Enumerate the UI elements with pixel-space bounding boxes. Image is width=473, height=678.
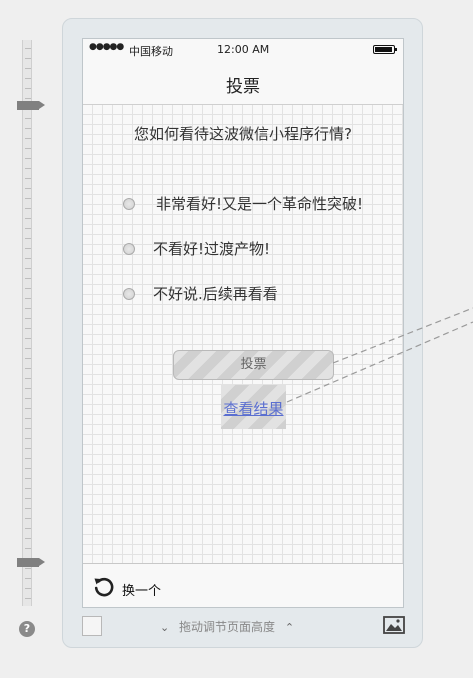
option-label: 不好说.后续再看看 bbox=[153, 285, 278, 303]
drag-hint[interactable]: ⌄ 拖动调节页面高度 ⌃ bbox=[160, 618, 330, 636]
image-icon[interactable] bbox=[383, 616, 405, 634]
ruler-tick bbox=[25, 168, 31, 169]
ruler-tick bbox=[25, 248, 31, 249]
ruler-tick bbox=[25, 68, 31, 69]
ruler-tick bbox=[25, 468, 31, 469]
ruler-top-handle[interactable] bbox=[17, 101, 45, 110]
ruler-tick bbox=[25, 408, 31, 409]
ruler-tick bbox=[25, 58, 31, 59]
ruler-tick bbox=[25, 258, 31, 259]
ruler-tick bbox=[25, 138, 31, 139]
ruler-tick bbox=[25, 148, 31, 149]
ruler-tick bbox=[25, 568, 31, 569]
ruler-tick bbox=[25, 448, 31, 449]
ruler-tick bbox=[25, 588, 31, 589]
ruler-tick bbox=[25, 128, 31, 129]
navigation-bar: 投票 bbox=[83, 61, 403, 105]
poll-question: 您如何看待这波微信小程序行情? bbox=[134, 125, 352, 143]
ruler-tick bbox=[25, 388, 31, 389]
toggle-checkbox[interactable] bbox=[82, 616, 102, 636]
ruler-tick bbox=[25, 378, 31, 379]
chevron-down-icon[interactable]: ⌄ bbox=[160, 621, 169, 634]
ruler-tick bbox=[25, 578, 31, 579]
ruler-tick bbox=[25, 328, 31, 329]
ruler-tick bbox=[25, 548, 31, 549]
ruler-tick bbox=[25, 358, 31, 359]
ruler-bottom-handle[interactable] bbox=[17, 558, 45, 567]
radio-button[interactable] bbox=[123, 243, 135, 255]
option-label: 非常看好!又是一个革命性突破! bbox=[156, 195, 364, 213]
ruler-tick bbox=[25, 418, 31, 419]
ruler-tick bbox=[25, 288, 31, 289]
ruler-tick bbox=[25, 538, 31, 539]
ruler-tick bbox=[25, 278, 31, 279]
view-results-link[interactable]: 查看结果 bbox=[221, 398, 286, 419]
ruler-tick bbox=[25, 398, 31, 399]
ruler-tick bbox=[25, 238, 31, 239]
ruler-tick bbox=[25, 98, 31, 99]
status-time: 12:00 AM bbox=[217, 43, 270, 56]
phone-screen: ●●●●● 中国移动 12:00 AM 投票 您如何看待这波微信小程序行情? 非… bbox=[82, 38, 404, 608]
height-ruler[interactable] bbox=[17, 40, 45, 606]
ruler-tick bbox=[25, 438, 31, 439]
ruler-tick bbox=[25, 428, 31, 429]
ruler-tick bbox=[25, 228, 31, 229]
ruler-tick bbox=[25, 88, 31, 89]
ruler-tick bbox=[25, 498, 31, 499]
radio-button[interactable] bbox=[123, 288, 135, 300]
ruler-tick bbox=[25, 198, 31, 199]
ruler-tick bbox=[25, 368, 31, 369]
carrier-name: 中国移动 bbox=[129, 45, 173, 58]
drag-hint-label: 拖动调节页面高度 bbox=[179, 620, 276, 634]
ruler-tick bbox=[25, 338, 31, 339]
bottom-tab-bar: 换一个 bbox=[83, 563, 403, 607]
ruler-tick bbox=[25, 218, 31, 219]
signal-strength: ●●●●● bbox=[89, 42, 124, 52]
ruler-tick bbox=[25, 188, 31, 189]
ruler-tick bbox=[25, 508, 31, 509]
ruler-tick bbox=[25, 518, 31, 519]
ruler-tick bbox=[25, 348, 31, 349]
ruler-tick bbox=[25, 528, 31, 529]
ruler-tick bbox=[25, 458, 31, 459]
ruler-tick bbox=[25, 118, 31, 119]
ruler-tick bbox=[25, 488, 31, 489]
refresh-icon[interactable] bbox=[92, 575, 116, 599]
ruler-tick bbox=[25, 598, 31, 599]
ruler-tick bbox=[25, 298, 31, 299]
ruler-tick bbox=[25, 158, 31, 159]
ruler-tick bbox=[25, 208, 31, 209]
ruler-tick bbox=[25, 478, 31, 479]
ruler-tick bbox=[25, 308, 31, 309]
ruler-tick bbox=[25, 48, 31, 49]
battery-icon bbox=[373, 45, 397, 54]
help-icon[interactable]: ? bbox=[19, 621, 35, 637]
switch-tab-label[interactable]: 换一个 bbox=[122, 580, 161, 599]
status-bar: ●●●●● 中国移动 12:00 AM bbox=[83, 39, 403, 61]
ruler-tick bbox=[25, 178, 31, 179]
page-title: 投票 bbox=[226, 77, 260, 97]
ruler-tick bbox=[25, 318, 31, 319]
ruler-tick bbox=[25, 78, 31, 79]
ruler-tick bbox=[25, 268, 31, 269]
vote-button[interactable]: 投票 bbox=[173, 350, 334, 380]
option-label: 不看好!过渡产物! bbox=[153, 240, 271, 258]
chevron-up-icon[interactable]: ⌃ bbox=[285, 621, 294, 634]
radio-button[interactable] bbox=[123, 198, 135, 210]
layout-grid bbox=[83, 105, 403, 563]
